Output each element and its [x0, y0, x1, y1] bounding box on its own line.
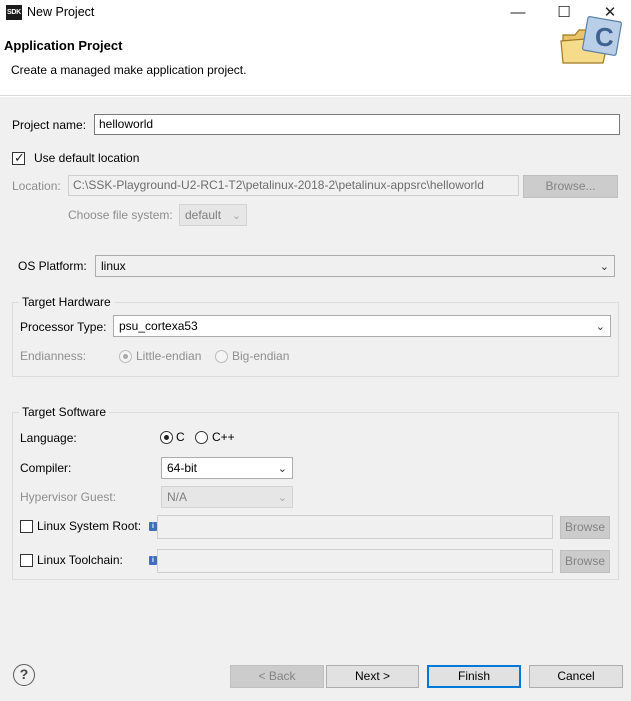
next-button[interactable]: Next > — [326, 665, 419, 688]
info-icon: i — [149, 556, 157, 565]
linux-system-root-label: Linux System Root: — [37, 519, 142, 533]
processor-type-value: psu_cortexa53 — [119, 319, 198, 333]
help-icon[interactable]: ? — [13, 664, 35, 686]
processor-type-select[interactable]: psu_cortexa53 ⌄ — [113, 315, 611, 337]
file-system-value: default — [185, 208, 222, 222]
minimize-icon: — — [510, 4, 526, 21]
os-platform-label: OS Platform: — [18, 259, 87, 273]
location-label: Location: — [12, 179, 61, 193]
linux-system-root-field[interactable] — [157, 515, 553, 539]
language-c-label: C — [176, 430, 185, 444]
hypervisor-guest-label: Hypervisor Guest: — [20, 490, 117, 504]
little-endian-label: Little-endian — [136, 349, 202, 363]
page-description: Create a managed make application projec… — [11, 63, 247, 77]
choose-file-system-label: Choose file system: — [68, 208, 173, 222]
target-hardware-group — [12, 302, 619, 377]
location-browse-button[interactable]: Browse... — [523, 175, 618, 198]
location-field[interactable]: C:\SSK-Playground-U2-RC1-T2\petalinux-20… — [68, 175, 519, 196]
linux-toolchain-browse-button[interactable]: Browse — [560, 550, 610, 573]
processor-type-label: Processor Type: — [20, 320, 107, 334]
page-title: Application Project — [4, 38, 123, 53]
big-endian-radio[interactable] — [215, 350, 228, 363]
target-hardware-title: Target Hardware — [19, 295, 114, 309]
linux-toolchain-checkbox[interactable] — [20, 554, 33, 567]
little-endian-radio[interactable] — [119, 350, 132, 363]
os-platform-select[interactable]: linux ⌄ — [95, 255, 615, 277]
language-c-radio[interactable] — [160, 431, 173, 444]
linux-toolchain-label: Linux Toolchain: — [37, 553, 123, 567]
compiler-label: Compiler: — [20, 461, 72, 475]
back-button[interactable]: < Back — [230, 665, 324, 688]
compiler-select[interactable]: 64-bit ⌄ — [161, 457, 293, 479]
chevron-down-icon: ⌄ — [231, 210, 241, 222]
hypervisor-guest-value: N/A — [167, 490, 188, 504]
chevron-down-icon: ⌄ — [277, 463, 287, 475]
use-default-location-label: Use default location — [34, 151, 140, 165]
window-title: New Project — [27, 5, 95, 19]
hypervisor-guest-select[interactable]: N/A ⌄ — [161, 486, 293, 508]
big-endian-label: Big-endian — [232, 349, 290, 363]
language-cpp-label: C++ — [212, 430, 235, 444]
language-cpp-radio[interactable] — [195, 431, 208, 444]
os-platform-value: linux — [101, 259, 126, 273]
target-software-title: Target Software — [19, 405, 110, 419]
info-icon: i — [149, 522, 157, 531]
compiler-value: 64-bit — [167, 461, 198, 475]
folder-wizard-icon: C — [560, 16, 622, 64]
project-name-field[interactable]: helloworld — [94, 114, 620, 135]
chevron-down-icon: ⌄ — [277, 492, 287, 504]
linux-system-root-checkbox[interactable] — [20, 520, 33, 533]
minimize-button[interactable]: — — [495, 0, 541, 26]
use-default-location-checkbox[interactable] — [12, 150, 25, 166]
linux-toolchain-field[interactable] — [157, 549, 553, 573]
linux-system-root-browse-button[interactable]: Browse — [560, 516, 610, 539]
file-system-select[interactable]: default ⌄ — [179, 204, 247, 226]
sdk-app-icon: SDK — [6, 5, 22, 20]
finish-button[interactable]: Finish — [427, 665, 521, 688]
chevron-down-icon: ⌄ — [599, 261, 609, 273]
chevron-down-icon: ⌄ — [595, 321, 605, 333]
language-label: Language: — [20, 431, 77, 445]
svg-text:C: C — [595, 22, 614, 52]
project-name-label: Project name: — [12, 118, 87, 132]
wizard-header: Application Project Create a managed mak… — [0, 26, 631, 96]
cancel-button[interactable]: Cancel — [529, 665, 623, 688]
endianness-label: Endianness: — [20, 349, 87, 363]
